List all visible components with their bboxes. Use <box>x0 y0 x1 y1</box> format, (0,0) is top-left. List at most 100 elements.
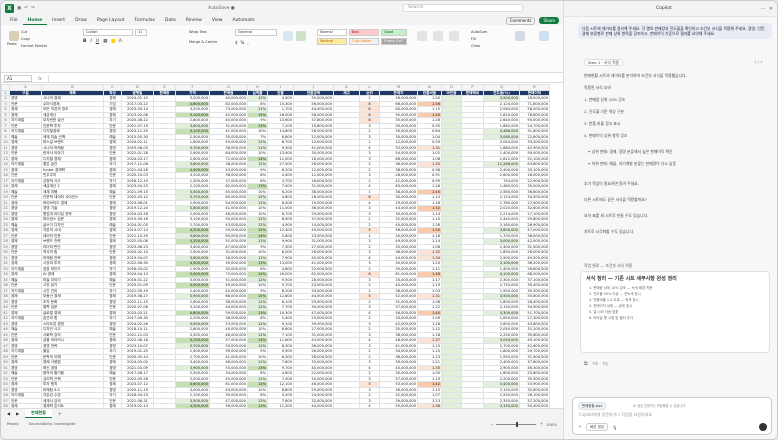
mic-icon[interactable]: 🎙︎ <box>612 425 617 430</box>
zoom-control[interactable]: − ＋ 100% <box>490 421 557 427</box>
page-indicator: 1 / 1 <box>754 59 763 64</box>
input-placeholder[interactable]: Copilot에게 질문하거나 작업을 요청하세요 <box>579 412 652 418</box>
user-message: 다음 시트에 데이터를 정리해 주세요. 각 열의 판매량과 진도율을 확인하고… <box>578 23 772 39</box>
copilot-title: Copilot <box>656 6 672 11</box>
sheet-tab[interactable]: 판매현황 <box>25 409 52 418</box>
bold-button[interactable]: B <box>83 39 86 44</box>
response-line: 추가 작업이 필요하면 알려 주세요. <box>584 181 639 186</box>
tab-review[interactable]: Review <box>181 16 207 25</box>
card-header[interactable]: 작업 완료 — 조건부 서식 적용 <box>584 263 632 268</box>
zoom-in-icon[interactable]: ＋ <box>539 421 543 427</box>
quick-access-toolbar: ▣ ↶ ↷ <box>17 6 35 11</box>
merge-center-button[interactable]: Merge & Center <box>189 39 217 45</box>
tab-file[interactable]: File <box>5 16 23 25</box>
font-color-icon[interactable]: A <box>119 39 122 44</box>
wrap-text-button[interactable]: Wrap Text <box>189 29 207 35</box>
copilot-panel: Copilot ⋯ ✕ 다음 시트에 데이터를 정리해 주세요. 각 열의 판매… <box>563 1 777 439</box>
excel-logo-icon: X <box>5 3 14 13</box>
tab-data[interactable]: Data <box>160 16 181 25</box>
format-cells-icon[interactable] <box>449 31 459 41</box>
copy-button[interactable]: Copy <box>21 36 30 42</box>
name-box[interactable]: A1 <box>4 74 32 82</box>
tab-formulas[interactable]: Formulas <box>129 16 160 25</box>
style-check-cell[interactable]: Check Cell <box>381 38 407 45</box>
clear-button[interactable]: Clear <box>471 43 480 49</box>
copilot-input[interactable]: 판매현황.xlsx AI 생성 콘텐츠는 부정확할 수 있습니다. Copilo… <box>572 397 772 435</box>
comments-button[interactable]: Comments <box>505 16 536 25</box>
delete-cells-icon[interactable] <box>433 31 443 41</box>
number-format-select[interactable]: General <box>235 29 277 36</box>
autosum-button[interactable]: AutoSum <box>471 29 487 35</box>
analyze-data-icon[interactable] <box>539 31 549 41</box>
close-icon[interactable]: ✕ <box>769 6 773 12</box>
style-normal[interactable]: Normal <box>317 29 347 36</box>
document-title: AutoSave ● <box>207 5 235 11</box>
search-box[interactable]: Search <box>403 4 523 12</box>
response-line: 차트로 시각화할 수도 있습니다. <box>584 229 635 234</box>
style-calculation[interactable]: Calculation <box>349 38 379 45</box>
share-button[interactable]: Share <box>539 17 559 24</box>
more-icon[interactable]: ⋯ <box>761 6 766 12</box>
copy-icon[interactable]: ⧉ <box>584 361 588 367</box>
formula-input[interactable] <box>47 74 563 82</box>
format-painter-button[interactable]: Format Painter <box>21 43 47 49</box>
save-icon[interactable]: ▣ <box>17 6 21 11</box>
zoom-slider[interactable] <box>496 421 537 427</box>
paste-icon[interactable] <box>9 31 19 41</box>
underline-button[interactable]: U <box>96 39 99 44</box>
next-sheet-icon[interactable]: ▶ <box>16 411 19 416</box>
prev-sheet-icon[interactable]: ◀ <box>7 411 10 416</box>
comma-icon[interactable]: , <box>247 40 248 45</box>
styles-group: Normal Bad Good Neutral Calculation Chec… <box>281 27 409 67</box>
style-bad[interactable]: Bad <box>349 29 379 36</box>
step-chip[interactable]: Step 1 · 서식 적용 <box>584 59 624 66</box>
tab-view[interactable]: View <box>207 16 228 25</box>
response-line: 3. 반품 비율 경고 표시 <box>584 121 621 126</box>
attached-file-chip[interactable]: 판매현황.xlsx <box>578 402 607 410</box>
style-neutral[interactable]: Neutral <box>317 38 347 45</box>
response-line: 다른 시트에도 같은 서식을 적용할까요? <box>584 197 647 202</box>
tab-insert[interactable]: Insert <box>47 16 70 25</box>
mode-selector[interactable]: 빠른 응답 <box>586 423 609 431</box>
borders-icon[interactable]: ▦ <box>103 39 107 44</box>
response-line: 4. 판매이익 상위 항목 강조 <box>584 133 628 138</box>
italic-button[interactable]: I <box>90 39 91 44</box>
tab-automate[interactable]: Automate <box>228 16 260 25</box>
zoom-level[interactable]: 100% <box>546 422 557 427</box>
send-button[interactable] <box>759 423 767 431</box>
result-card[interactable]: 서식 정리 — 기존 시트 세부사항 완성 정리 1. 판매량 상위 10% 강… <box>580 271 770 353</box>
style-good[interactable]: Good <box>381 29 407 36</box>
font-size-select[interactable]: 11 <box>135 29 147 36</box>
font-group: Calibri 11 B I U ▦ ▆ A <box>83 27 183 67</box>
sheet-tab-bar: ◀ ▶ 판매현황 ＋ <box>1 408 563 418</box>
thumbs-up-icon[interactable]: 👍︎ <box>593 361 598 367</box>
cut-button[interactable]: Cut <box>21 29 27 35</box>
editing-group: AutoSum Fill Clear <box>471 27 507 67</box>
addins-icon[interactable] <box>515 31 525 41</box>
tab-page-layout[interactable]: Page Layout <box>92 16 130 25</box>
spreadsheet-grid[interactable]: ABCDEFGHIJKLMNOPQR 1 구분 제목 작성 발행일 판매량 가격 판매율 실적률… <box>1 84 563 408</box>
insert-cells-icon[interactable] <box>417 31 427 41</box>
undo-icon[interactable]: ↶ <box>24 6 28 11</box>
currency-icon[interactable]: $ <box>235 40 238 45</box>
font-name-select[interactable]: Calibri <box>83 29 133 36</box>
paste-button[interactable]: Paste <box>7 42 17 46</box>
tab-draw[interactable]: Draw <box>70 16 92 25</box>
fill-color-icon[interactable]: ▆ <box>111 39 114 44</box>
thumbs-down-icon[interactable]: 👎︎ <box>603 361 608 367</box>
response-bullet: 하위 판매: 예술, 자기계발 분류는 판매량이 다소 낮음 <box>588 161 676 166</box>
fx-icon[interactable]: fx <box>38 76 42 81</box>
accessibility-status[interactable]: Accessibility: Investigate <box>29 421 76 426</box>
feedback-bar: ⧉ 👍︎ 👎︎ <box>584 361 608 367</box>
disclaimer: AI 생성 콘텐츠는 부정확할 수 있습니다. <box>633 404 687 408</box>
conditional-formatting-icon[interactable] <box>283 31 293 41</box>
add-sheet-icon[interactable]: ＋ <box>58 411 62 417</box>
fill-button[interactable]: Fill <box>471 36 476 42</box>
add-icon[interactable]: ＋ <box>578 424 582 430</box>
tab-home[interactable]: Home <box>22 16 48 25</box>
redo-icon[interactable]: ↷ <box>31 6 35 11</box>
percent-icon[interactable]: % <box>241 40 245 45</box>
response-line: 2. 진도율 기준 색상 구분 <box>584 109 624 114</box>
format-as-table-icon[interactable] <box>296 31 306 41</box>
zoom-out-icon[interactable]: − <box>490 422 493 427</box>
